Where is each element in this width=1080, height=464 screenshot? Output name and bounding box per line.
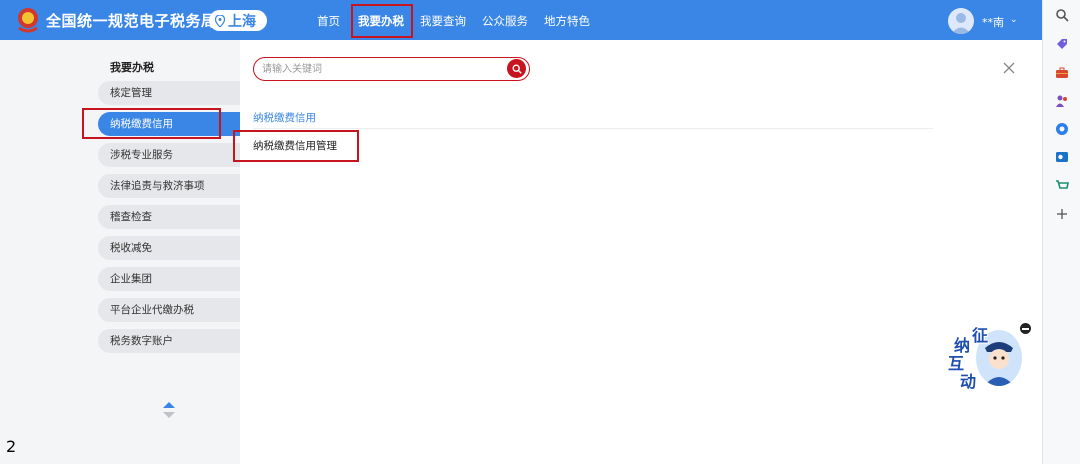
- office-icon[interactable]: [1055, 122, 1069, 136]
- left-nav-item[interactable]: 企业集团: [98, 267, 240, 291]
- left-nav-item[interactable]: 法律追责与救济事项: [98, 174, 240, 198]
- plus-icon[interactable]: [1055, 207, 1069, 221]
- nav-public-service[interactable]: 公众服务: [482, 13, 528, 29]
- assistant-widget[interactable]: 征 纳 互 动: [946, 322, 1030, 392]
- search-button[interactable]: [507, 59, 526, 78]
- left-nav-item[interactable]: 核定管理: [98, 81, 240, 105]
- section-title: 纳税缴费信用: [253, 112, 316, 124]
- left-nav-highlight-box: [82, 108, 221, 139]
- page-number: 2: [6, 437, 17, 456]
- outlook-icon[interactable]: [1055, 150, 1069, 164]
- left-nav-item[interactable]: 平台企业代缴办税: [98, 298, 240, 322]
- people-icon[interactable]: [1055, 94, 1069, 108]
- cart-icon[interactable]: [1055, 178, 1069, 192]
- user-avatar[interactable]: [948, 8, 974, 34]
- search-icon[interactable]: [1055, 8, 1069, 22]
- divider: [253, 128, 933, 129]
- search-box[interactable]: [253, 57, 530, 81]
- chevron-down-icon[interactable]: ⌄: [1010, 15, 1018, 25]
- nav-home[interactable]: 首页: [317, 13, 340, 29]
- browser-sidebar: [1042, 0, 1080, 464]
- assistant-close-icon[interactable]: [1020, 323, 1031, 334]
- briefcase-icon[interactable]: [1055, 66, 1069, 80]
- left-nav-heading: 我要办税: [110, 61, 154, 74]
- close-icon[interactable]: [1002, 61, 1016, 75]
- left-nav-item[interactable]: 税务数字账户: [98, 329, 240, 353]
- left-nav-item[interactable]: 税收减免: [98, 236, 240, 260]
- nav-local-feature[interactable]: 地方特色: [544, 13, 590, 29]
- nav-highlight-box: [351, 4, 413, 38]
- site-title[interactable]: 全国统一规范电子税务局: [46, 10, 217, 31]
- assistant-char: 征: [972, 326, 989, 345]
- user-name[interactable]: **南: [982, 14, 1004, 30]
- user-icon: [951, 13, 971, 34]
- assistant-char: 动: [960, 372, 977, 391]
- link-highlight-box: [233, 130, 359, 162]
- search-icon: [511, 63, 522, 74]
- nav-query[interactable]: 我要查询: [420, 13, 466, 29]
- location-pin-icon: [215, 14, 225, 27]
- tax-emblem-icon: [18, 8, 38, 33]
- tag-icon[interactable]: [1055, 37, 1069, 51]
- region-selector[interactable]: 上海: [209, 10, 267, 31]
- search-input[interactable]: [262, 61, 502, 77]
- left-nav-item[interactable]: 稽查检查: [98, 205, 240, 229]
- left-nav-item[interactable]: 涉税专业服务: [98, 143, 240, 167]
- scroll-arrows-icon[interactable]: [161, 400, 177, 420]
- top-header: 全国统一规范电子税务局 上海 首页 我要办税 我要查询 公众服务 地方特色 **…: [0, 0, 1042, 40]
- region-label: 上海: [228, 13, 256, 30]
